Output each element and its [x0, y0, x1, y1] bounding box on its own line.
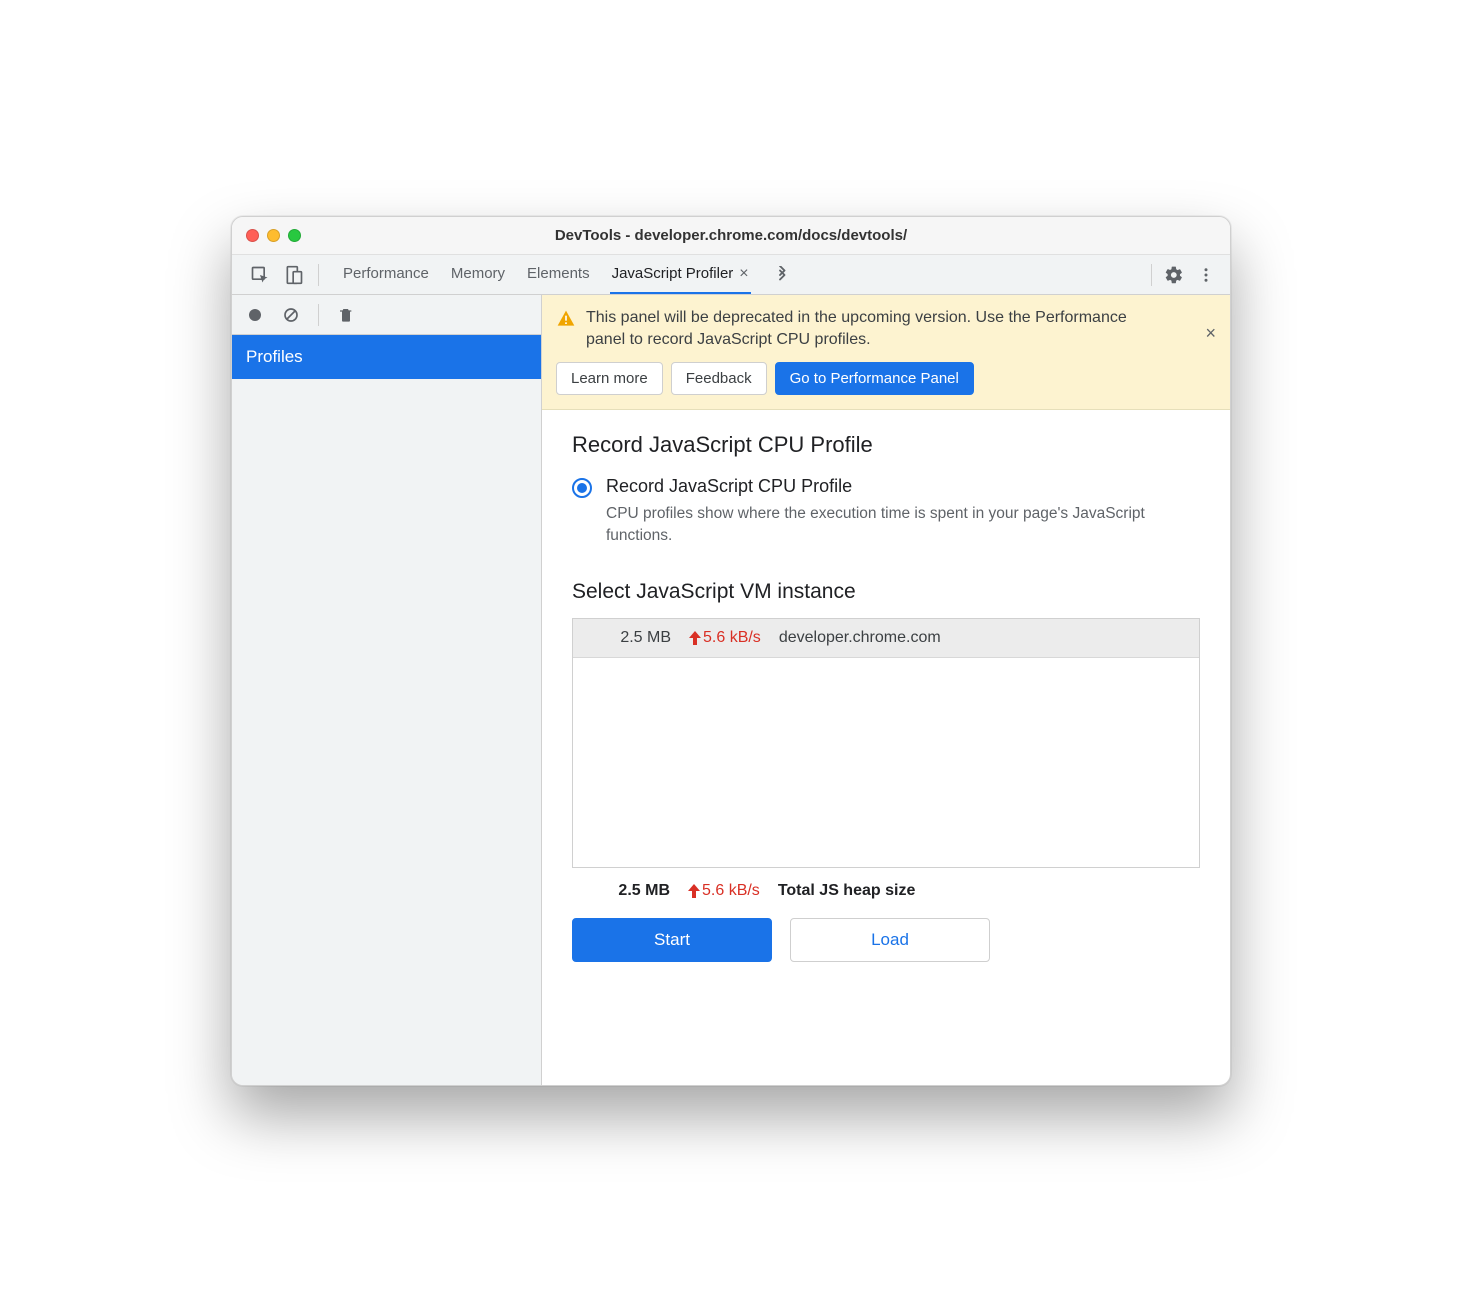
vm-instance-row[interactable]: 2.5 MB 5.6 kB/s developer.chrome.com [573, 619, 1199, 658]
window-title: DevTools - developer.chrome.com/docs/dev… [232, 227, 1230, 244]
tab-elements[interactable]: Elements [525, 255, 592, 294]
vm-heap-rate: 5.6 kB/s [689, 629, 761, 647]
sidebar-item-profiles[interactable]: Profiles [232, 335, 541, 379]
arrow-up-icon [688, 884, 700, 898]
divider [318, 264, 319, 286]
devtools-window: DevTools - developer.chrome.com/docs/dev… [231, 216, 1231, 1086]
sidebar-toolbar [232, 295, 541, 335]
close-window-button[interactable] [246, 229, 259, 242]
arrow-up-icon [689, 631, 701, 645]
divider [1151, 264, 1152, 286]
minimize-window-button[interactable] [267, 229, 280, 242]
warning-icon [556, 309, 576, 329]
settings-icon[interactable] [1160, 261, 1188, 289]
close-icon[interactable]: × [1205, 323, 1216, 344]
maximize-window-button[interactable] [288, 229, 301, 242]
load-button[interactable]: Load [790, 918, 990, 962]
total-heap-size: 2.5 MB [590, 882, 670, 900]
tab-javascript-profiler[interactable]: JavaScript Profiler × [610, 255, 751, 294]
deprecation-banner: This panel will be deprecated in the upc… [542, 295, 1230, 410]
radio-label: Record JavaScript CPU Profile [606, 476, 1166, 497]
vm-heap-size: 2.5 MB [591, 629, 671, 647]
vm-instance-list: 2.5 MB 5.6 kB/s developer.chrome.com [572, 618, 1200, 868]
sidebar-item-label: Profiles [246, 347, 303, 366]
start-button[interactable]: Start [572, 918, 772, 962]
total-heap-rate: 5.6 kB/s [688, 882, 760, 900]
banner-text: This panel will be deprecated in the upc… [586, 307, 1146, 352]
vm-host: developer.chrome.com [779, 629, 941, 647]
record-icon[interactable] [242, 302, 268, 328]
inspect-element-icon[interactable] [246, 261, 274, 289]
sidebar: Profiles [232, 295, 542, 1085]
main-panel: This panel will be deprecated in the upc… [542, 295, 1230, 1085]
more-tabs-icon[interactable] [769, 261, 797, 289]
learn-more-button[interactable]: Learn more [556, 362, 663, 395]
radio-description: CPU profiles show where the execution ti… [606, 503, 1166, 548]
tab-performance[interactable]: Performance [341, 255, 431, 294]
tabstrip: Performance Memory Elements JavaScript P… [232, 255, 1230, 295]
total-heap-label: Total JS heap size [778, 882, 916, 900]
close-tab-icon[interactable]: × [739, 265, 748, 283]
section-heading-record: Record JavaScript CPU Profile [572, 432, 1200, 458]
titlebar: DevTools - developer.chrome.com/docs/dev… [232, 217, 1230, 255]
feedback-button[interactable]: Feedback [671, 362, 767, 395]
clear-icon[interactable] [278, 302, 304, 328]
profile-type-radio[interactable] [572, 478, 592, 498]
divider [318, 304, 319, 326]
kebab-menu-icon[interactable] [1192, 261, 1220, 289]
section-heading-vm: Select JavaScript VM instance [572, 580, 1200, 604]
tab-memory[interactable]: Memory [449, 255, 507, 294]
heap-summary: 2.5 MB 5.6 kB/s Total JS heap size [572, 868, 1200, 900]
window-controls [246, 229, 301, 242]
device-toolbar-icon[interactable] [280, 261, 308, 289]
goto-performance-button[interactable]: Go to Performance Panel [775, 362, 974, 395]
delete-icon[interactable] [333, 302, 359, 328]
